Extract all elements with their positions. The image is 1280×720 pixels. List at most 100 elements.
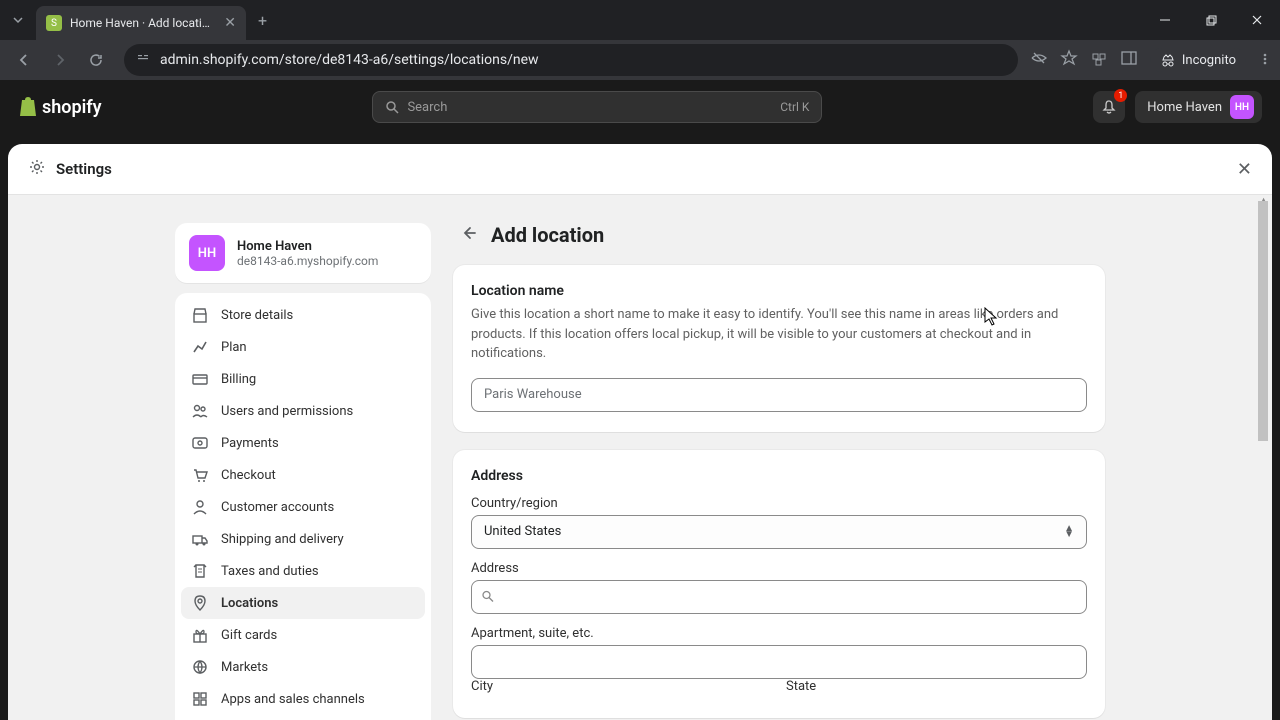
sidebar-item-apps[interactable]: Apps and sales channels xyxy=(181,683,425,715)
minimize-button[interactable] xyxy=(1142,0,1188,40)
tab-search-dropdown[interactable] xyxy=(0,4,36,36)
settings-header: Settings ✕ xyxy=(8,144,1272,195)
site-info-icon[interactable] xyxy=(136,51,150,69)
sidebar-item-label: Checkout xyxy=(221,468,276,483)
sidebar-item-taxes[interactable]: Taxes and duties xyxy=(181,555,425,587)
address-label: Address xyxy=(471,561,1087,576)
gear-icon xyxy=(28,158,46,180)
sidebar-item-label: Store details xyxy=(221,308,293,323)
scrollbar-thumb[interactable] xyxy=(1258,201,1268,441)
payments-icon xyxy=(191,434,209,452)
store-card-avatar: HH xyxy=(189,235,225,271)
store-card-url: de8143-a6.myshopify.com xyxy=(237,254,378,268)
store-icon xyxy=(191,306,209,324)
sidebar-item-label: Plan xyxy=(221,340,247,355)
sidebar-item-customer[interactable]: Customer accounts xyxy=(181,491,425,523)
address-input[interactable] xyxy=(471,580,1087,614)
back-button[interactable] xyxy=(8,44,40,76)
gift-icon xyxy=(191,626,209,644)
store-menu-button[interactable]: Home Haven HH xyxy=(1135,91,1262,123)
sidebar-item-checkout[interactable]: Checkout xyxy=(181,459,425,491)
apartment-label: Apartment, suite, etc. xyxy=(471,626,1087,641)
tab-title: Home Haven · Add location · Sh xyxy=(70,16,216,30)
reload-button[interactable] xyxy=(80,44,112,76)
location-name-heading: Location name xyxy=(471,283,1087,299)
state-label: State xyxy=(786,679,1087,694)
sidebar-item-locations[interactable]: Locations xyxy=(181,587,425,619)
shopify-favicon: S xyxy=(46,15,62,31)
markets-icon xyxy=(191,658,209,676)
store-card: HH Home Haven de8143-a6.myshopify.com xyxy=(175,223,431,283)
new-tab-button[interactable]: + xyxy=(246,11,279,30)
store-avatar: HH xyxy=(1230,95,1254,119)
apps-icon xyxy=(191,690,209,708)
url-text: admin.shopify.com/store/de8143-a6/settin… xyxy=(160,52,1006,68)
bell-icon xyxy=(1101,99,1117,115)
sidebar-item-markets[interactable]: Markets xyxy=(181,651,425,683)
back-arrow-button[interactable] xyxy=(459,224,477,246)
incognito-icon xyxy=(1160,52,1176,68)
address-card: Address Country/region United States ▲▼ … xyxy=(453,450,1105,718)
sidebar-item-store[interactable]: Store details xyxy=(181,299,425,331)
sidebar-item-label: Taxes and duties xyxy=(221,564,319,579)
customer-icon xyxy=(191,498,209,516)
bookmark-star-icon[interactable] xyxy=(1060,49,1078,71)
sidebar-item-label: Billing xyxy=(221,372,256,387)
sidebar-item-label: Customer accounts xyxy=(221,500,334,515)
store-card-name: Home Haven xyxy=(237,239,378,254)
users-icon xyxy=(191,402,209,420)
search-icon xyxy=(385,100,399,114)
sidebar-item-label: Shipping and delivery xyxy=(221,532,344,547)
country-select[interactable]: United States ▲▼ xyxy=(471,515,1087,549)
tab-close-icon[interactable]: ✕ xyxy=(224,15,236,31)
sidebar-item-label: Payments xyxy=(221,436,279,451)
sidebar-item-payments[interactable]: Payments xyxy=(181,427,425,459)
location-name-input[interactable] xyxy=(471,378,1087,412)
checkout-icon xyxy=(191,466,209,484)
close-settings-button[interactable]: ✕ xyxy=(1237,159,1252,180)
notification-count: 1 xyxy=(1114,89,1127,102)
apartment-input[interactable] xyxy=(471,645,1087,679)
locations-icon xyxy=(191,594,209,612)
address-bar[interactable]: admin.shopify.com/store/de8143-a6/settin… xyxy=(124,44,1018,76)
shopify-bag-icon xyxy=(18,96,38,118)
shipping-icon xyxy=(191,530,209,548)
extensions-icon[interactable] xyxy=(1090,49,1108,71)
billing-icon xyxy=(191,370,209,388)
global-search[interactable]: Search Ctrl K xyxy=(372,91,822,123)
sidebar-item-label: Gift cards xyxy=(221,628,277,643)
sidebar-item-gift[interactable]: Gift cards xyxy=(181,619,425,651)
page-title: Add location xyxy=(491,223,604,247)
incognito-badge[interactable]: Incognito xyxy=(1150,48,1246,72)
eye-off-icon[interactable] xyxy=(1030,49,1048,71)
close-window-button[interactable] xyxy=(1234,0,1280,40)
plan-icon xyxy=(191,338,209,356)
sidebar-item-billing[interactable]: Billing xyxy=(181,363,425,395)
notifications-button[interactable]: 1 xyxy=(1093,91,1125,123)
sidebar-item-label: Users and permissions xyxy=(221,404,353,419)
taxes-icon xyxy=(191,562,209,580)
search-shortcut: Ctrl K xyxy=(780,100,809,114)
sidebar-item-label: Markets xyxy=(221,660,268,675)
sidebar-item-shipping[interactable]: Shipping and delivery xyxy=(181,523,425,555)
address-heading: Address xyxy=(471,468,1087,484)
select-arrows-icon: ▲▼ xyxy=(1064,526,1074,538)
sidebar-item-domains[interactable]: Domains xyxy=(181,715,425,720)
location-name-description: Give this location a short name to make … xyxy=(471,305,1087,364)
sidebar-item-users[interactable]: Users and permissions xyxy=(181,395,425,427)
country-label: Country/region xyxy=(471,496,1087,511)
sidebar-item-label: Locations xyxy=(221,596,278,611)
city-label: City xyxy=(471,679,772,694)
scrollbar[interactable]: ▲ xyxy=(1256,201,1270,720)
settings-title: Settings xyxy=(56,160,112,178)
location-name-card: Location name Give this location a short… xyxy=(453,265,1105,432)
forward-button[interactable] xyxy=(44,44,76,76)
sidebar-item-plan[interactable]: Plan xyxy=(181,331,425,363)
side-panel-icon[interactable] xyxy=(1120,49,1138,71)
shopify-logo[interactable]: shopify xyxy=(18,96,102,118)
sidebar-item-label: Apps and sales channels xyxy=(221,692,365,707)
browser-menu-icon[interactable] xyxy=(1258,51,1272,70)
browser-tab[interactable]: S Home Haven · Add location · Sh ✕ xyxy=(36,6,246,40)
maximize-button[interactable] xyxy=(1188,0,1234,40)
settings-nav: Store details Plan Billing Users and permis… xyxy=(175,293,431,720)
